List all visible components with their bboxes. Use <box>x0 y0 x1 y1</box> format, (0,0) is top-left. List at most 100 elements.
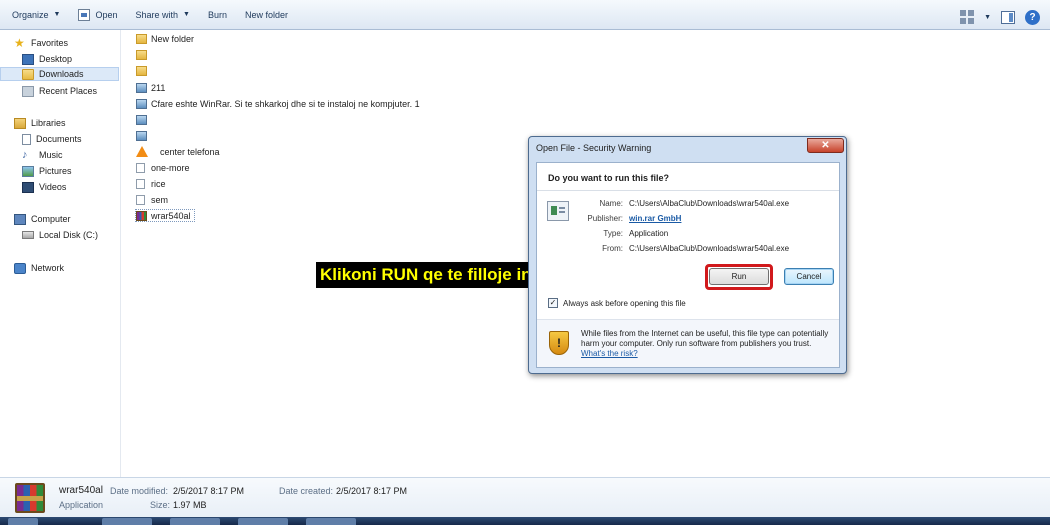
nav-computer[interactable]: Computer <box>14 212 71 226</box>
preview-pane-icon[interactable] <box>1001 10 1015 24</box>
details-pane: wrar540al Application Date modified: 2/5… <box>0 477 1050 517</box>
file-name: Cfare eshte WinRar. Si te shkarkoj dhe s… <box>151 98 420 109</box>
file-name: New folder <box>151 33 195 44</box>
folder-icon <box>136 33 147 44</box>
disk-drive-icon <box>22 231 34 239</box>
burn-button[interactable]: Burn <box>202 4 233 26</box>
start-button[interactable] <box>8 518 38 525</box>
taskbar <box>0 517 1050 525</box>
list-item[interactable] <box>136 129 151 142</box>
always-ask-checkbox[interactable]: ✓ <box>548 298 558 308</box>
date-created-label: Date created: <box>279 486 334 496</box>
file-name: wrar540al <box>151 210 191 221</box>
file-icon <box>136 194 145 205</box>
list-item-selected[interactable]: wrar540al <box>135 209 195 222</box>
image-file-icon <box>136 130 147 141</box>
help-icon[interactable]: ? <box>1025 9 1040 25</box>
list-item[interactable]: center telefona <box>136 145 220 158</box>
nav-documents[interactable]: Documents <box>22 132 82 146</box>
date-modified-value: 2/5/2017 8:17 PM <box>173 486 245 496</box>
desktop-icon <box>22 53 34 65</box>
nav-favorites[interactable]: ★ Favorites <box>14 36 68 50</box>
list-item[interactable] <box>136 48 151 61</box>
nav-desktop[interactable]: Desktop <box>22 52 72 66</box>
taskbar-item[interactable] <box>170 518 220 525</box>
nav-label: Libraries <box>31 118 66 128</box>
nav-network[interactable]: Network <box>14 261 64 275</box>
file-name: 211 <box>151 82 166 93</box>
nav-label: Desktop <box>39 54 73 64</box>
nav-downloads[interactable]: Downloads <box>0 67 119 81</box>
videos-icon <box>22 181 34 193</box>
file-icon <box>136 162 145 173</box>
list-item[interactable]: one-more <box>136 161 190 174</box>
nav-pictures[interactable]: Pictures <box>22 164 72 178</box>
date-modified-label: Date modified: <box>110 486 169 496</box>
shield-warning-icon: ! <box>549 331 569 355</box>
taskbar-item[interactable] <box>238 518 288 525</box>
whats-the-risk-link[interactable]: What's the risk? <box>581 349 638 358</box>
list-item[interactable]: rice <box>136 177 166 190</box>
nav-videos[interactable]: Videos <box>22 180 66 194</box>
nav-libraries[interactable]: Libraries <box>14 116 66 130</box>
taskbar-item[interactable] <box>306 518 356 525</box>
nav-label: Local Disk (C:) <box>39 230 99 240</box>
nav-label: Videos <box>39 182 67 192</box>
list-item[interactable] <box>136 64 151 77</box>
recent-places-icon <box>22 85 34 97</box>
navigation-pane: ★ Favorites Desktop Downloads Recent Pla… <box>0 30 121 477</box>
chevron-down-icon: ▼ <box>53 11 61 18</box>
nav-label: Network <box>31 263 65 273</box>
from-value: C:\Users\AlbaClub\Downloads\wrar540al.ex… <box>629 244 790 253</box>
name-value: C:\Users\AlbaClub\Downloads\wrar540al.ex… <box>629 199 790 208</box>
open-icon <box>78 8 91 21</box>
always-ask-label[interactable]: Always ask before opening this file <box>563 299 686 308</box>
toolbar-right: ▼ ? <box>960 6 1040 28</box>
open-button[interactable]: Open <box>72 4 123 26</box>
network-icon <box>14 262 26 274</box>
taskbar-item[interactable] <box>102 518 152 525</box>
list-item[interactable]: 211 <box>136 81 165 94</box>
details-file-name: wrar540al <box>59 485 103 496</box>
warning-text: While files from the Internet can be use… <box>581 329 831 359</box>
nav-local-disk[interactable]: Local Disk (C:) <box>22 228 98 242</box>
computer-icon <box>14 213 26 225</box>
file-name: rice <box>151 178 166 189</box>
file-name: center telefona <box>160 146 220 157</box>
view-options-chevron-icon[interactable]: ▼ <box>984 6 991 28</box>
list-item[interactable]: sem <box>136 193 168 206</box>
publisher-link[interactable]: win.rar GmbH <box>629 214 681 223</box>
list-item[interactable]: Cfare eshte WinRar. Si te shkarkoj dhe s… <box>136 97 420 110</box>
publisher-label: Publisher: <box>587 214 623 223</box>
vlc-cone-icon <box>136 146 148 157</box>
image-file-icon <box>136 114 147 125</box>
nav-recent-places[interactable]: Recent Places <box>22 84 97 98</box>
run-highlight-box <box>705 264 773 290</box>
change-view-icon[interactable] <box>960 10 975 24</box>
image-file-icon <box>136 98 147 109</box>
file-name: sem <box>151 194 169 205</box>
winrar-large-icon <box>15 483 45 513</box>
list-item[interactable] <box>136 113 151 126</box>
open-label: Open <box>95 9 118 20</box>
nav-label: Favorites <box>31 38 69 48</box>
nav-label: Downloads <box>39 69 84 79</box>
dialog-body: Do you want to run this file? Name: C:\U… <box>536 162 840 368</box>
file-icon <box>136 178 145 189</box>
list-item[interactable]: New folder <box>136 32 194 45</box>
nav-label: Pictures <box>39 166 72 176</box>
command-bar: Organize ▼ Open Share with ▼ Burn New fo… <box>0 0 1050 30</box>
folder-icon <box>136 49 147 60</box>
new-folder-button[interactable]: New folder <box>239 4 294 26</box>
downloads-folder-icon <box>22 68 34 80</box>
nav-music[interactable]: ♪ Music <box>22 148 63 162</box>
cancel-button[interactable]: Cancel <box>784 268 834 285</box>
share-with-button[interactable]: Share with ▼ <box>130 4 196 26</box>
details-file-type: Application <box>59 500 104 510</box>
size-value: 1.97 MB <box>173 500 207 510</box>
close-button[interactable]: ✕ <box>807 138 844 153</box>
documents-icon <box>22 133 31 145</box>
organize-button[interactable]: Organize ▼ <box>6 4 66 26</box>
size-label: Size: <box>150 500 171 510</box>
pictures-icon <box>22 165 34 177</box>
